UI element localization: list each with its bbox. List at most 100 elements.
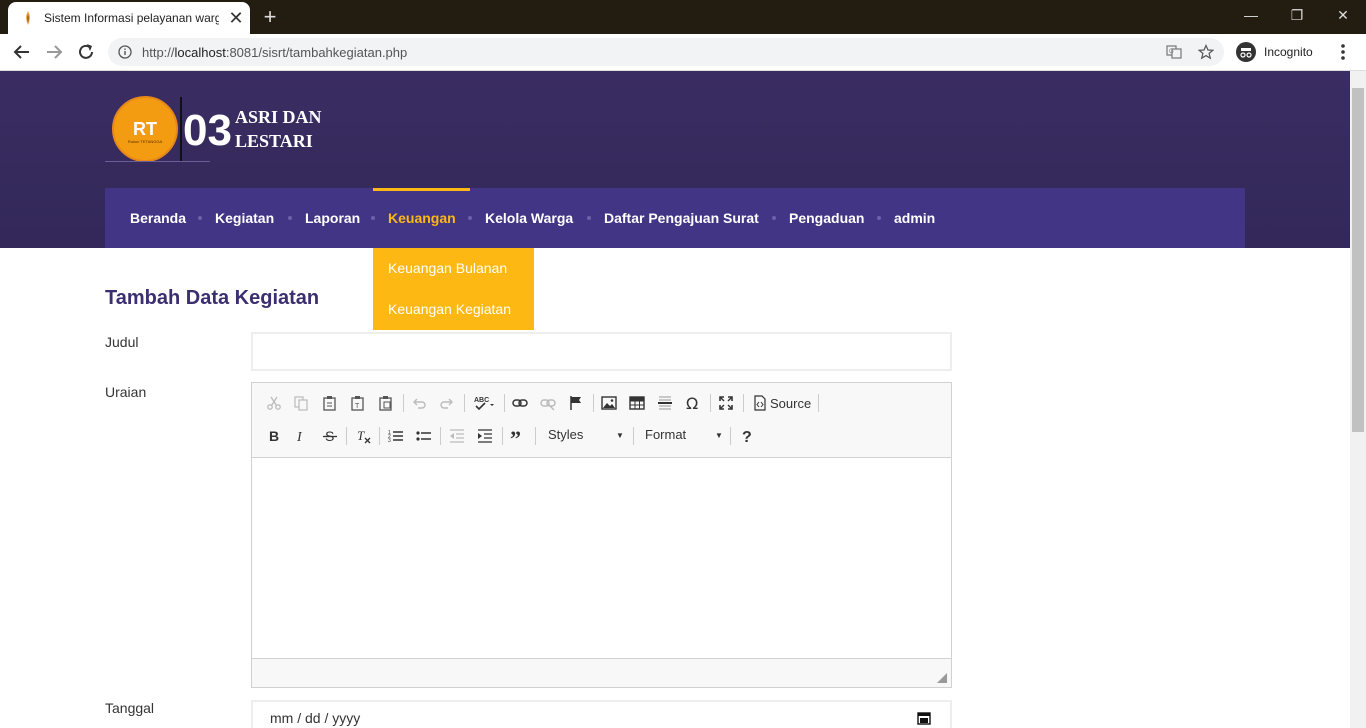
unlink-icon[interactable] (536, 392, 560, 414)
paste-word-icon[interactable] (374, 392, 398, 414)
menu-item-beranda[interactable]: Beranda (130, 210, 186, 226)
horizontal-line-icon[interactable] (653, 392, 677, 414)
svg-text:”: ” (510, 428, 521, 444)
outdent-icon[interactable] (445, 425, 469, 447)
scrollbar-thumb[interactable] (1352, 88, 1364, 432)
restore-icon[interactable]: ❐ (1274, 0, 1320, 30)
anchor-icon[interactable] (564, 392, 588, 414)
forward-icon[interactable] (42, 40, 66, 64)
toolbar-separator (346, 427, 347, 445)
svg-text:G: G (1169, 49, 1174, 55)
toolbar-separator (535, 427, 536, 445)
browser-tab[interactable]: Sistem Informasi pelayanan warga ✕ (8, 2, 250, 34)
menu-item-laporan[interactable]: Laporan (305, 210, 360, 226)
menu-separator (772, 216, 776, 220)
incognito-label: Incognito (1264, 45, 1313, 59)
menu-separator (877, 216, 881, 220)
toolbar-separator (710, 394, 711, 412)
svg-text:Rukun TETANGGA: Rukun TETANGGA (128, 139, 163, 144)
source-icon (754, 395, 766, 411)
judul-input[interactable] (251, 332, 952, 371)
toolbar-separator (818, 394, 819, 412)
incognito-icon (1236, 42, 1256, 62)
menu-separator (198, 216, 202, 220)
toolbar-separator (464, 394, 465, 412)
judul-label: Judul (105, 334, 139, 350)
page-scrollbar[interactable] (1350, 71, 1366, 728)
new-tab-icon[interactable]: + (258, 5, 282, 29)
menu-item-admin[interactable]: admin (894, 210, 935, 226)
minimize-icon[interactable]: — (1228, 0, 1274, 30)
menu-item-kegiatan[interactable]: Kegiatan (215, 210, 274, 226)
numbered-list-icon[interactable]: 123 (384, 425, 408, 447)
source-label[interactable]: Source (770, 396, 811, 411)
menu-separator (587, 216, 591, 220)
cut-icon[interactable] (262, 392, 286, 414)
svg-text:I: I (296, 430, 303, 444)
back-icon[interactable] (10, 40, 34, 64)
reload-icon[interactable] (74, 40, 98, 64)
calendar-icon[interactable] (917, 711, 931, 725)
menu-item-pengaduan[interactable]: Pengaduan (789, 210, 864, 226)
toolbar-separator (730, 427, 731, 445)
menu-separator (288, 216, 292, 220)
table-icon[interactable] (625, 392, 649, 414)
address-bar[interactable]: http://localhost:8081/sisrt/tambahkegiat… (108, 38, 1224, 66)
menu-item-daftar-pengajuan-surat[interactable]: Daftar Pengajuan Surat (604, 210, 759, 226)
tab-close-icon[interactable]: ✕ (226, 8, 246, 28)
toolbar-separator (379, 427, 380, 445)
toolbar-separator (593, 394, 594, 412)
info-icon[interactable] (118, 45, 132, 59)
dropdown-item-keuangan-kegiatan[interactable]: Keuangan Kegiatan (388, 301, 511, 317)
strike-icon[interactable]: S (318, 425, 342, 447)
format-select[interactable]: Format ▼ (645, 427, 725, 447)
link-icon[interactable] (508, 392, 532, 414)
site-logo[interactable]: RT Rukun TETANGGA 03 ASRI DAN LESTARI (105, 95, 335, 165)
menu-item-kelola-warga[interactable]: Kelola Warga (485, 210, 573, 226)
browser-tab-bar: Sistem Informasi pelayanan warga ✕ + — ❐… (0, 0, 1366, 34)
browser-toolbar: http://localhost:8081/sisrt/tambahkegiat… (0, 34, 1366, 71)
date-placeholder: mm / dd / yyyy (270, 710, 361, 726)
paste-icon[interactable] (318, 392, 342, 414)
menu-separator (468, 216, 472, 220)
editor-content-area[interactable] (252, 458, 951, 659)
url-text[interactable]: http://localhost:8081/sisrt/tambahkegiat… (142, 45, 407, 60)
favicon-icon (26, 11, 30, 25)
special-char-icon[interactable]: Ω (681, 392, 705, 414)
spellcheck-icon[interactable]: ABC (469, 392, 499, 414)
menu-item-keuangan[interactable]: Keuangan (388, 210, 456, 226)
translate-icon[interactable]: G (1166, 45, 1182, 59)
window-close-icon[interactable]: ✕ (1320, 0, 1366, 30)
site-header: RT Rukun TETANGGA 03 ASRI DAN LESTARI Be… (0, 71, 1350, 248)
page-content: RT Rukun TETANGGA 03 ASRI DAN LESTARI Be… (0, 71, 1350, 728)
paste-text-icon[interactable]: T (346, 392, 370, 414)
chevron-down-icon: ▼ (616, 431, 624, 440)
styles-label: Styles (548, 427, 584, 442)
svg-text:3: 3 (388, 438, 391, 444)
remove-format-icon[interactable]: T (351, 425, 375, 447)
undo-icon[interactable] (407, 392, 431, 414)
maximize-icon[interactable] (714, 392, 738, 414)
help-icon[interactable]: ? (735, 425, 759, 447)
uraian-label: Uraian (105, 384, 147, 400)
tanggal-date-input[interactable]: mm / dd / yyyy (251, 700, 952, 728)
svg-text:?: ? (742, 429, 752, 444)
redo-icon[interactable] (435, 392, 459, 414)
bulleted-list-icon[interactable] (412, 425, 436, 447)
star-icon[interactable] (1198, 44, 1214, 60)
italic-icon[interactable]: I (289, 425, 313, 447)
menu-separator (371, 216, 375, 220)
incognito-badge[interactable]: Incognito (1234, 38, 1324, 66)
image-icon[interactable] (597, 392, 621, 414)
resize-grip-icon[interactable] (937, 673, 947, 683)
tab-title: Sistem Informasi pelayanan warga (44, 11, 219, 25)
copy-icon[interactable] (289, 392, 313, 414)
toolbar-separator (504, 394, 505, 412)
styles-select[interactable]: Styles ▼ (548, 427, 628, 447)
dropdown-item-keuangan-bulanan[interactable]: Keuangan Bulanan (388, 260, 507, 276)
bold-icon[interactable]: B (262, 425, 286, 447)
blockquote-icon[interactable]: ” (506, 425, 530, 447)
rich-text-editor: T ABC Ω Source B I S T 1 2 3 ” Styles ▼ … (251, 382, 952, 688)
indent-icon[interactable] (473, 425, 497, 447)
menu-kebab-icon[interactable] (1333, 40, 1353, 64)
